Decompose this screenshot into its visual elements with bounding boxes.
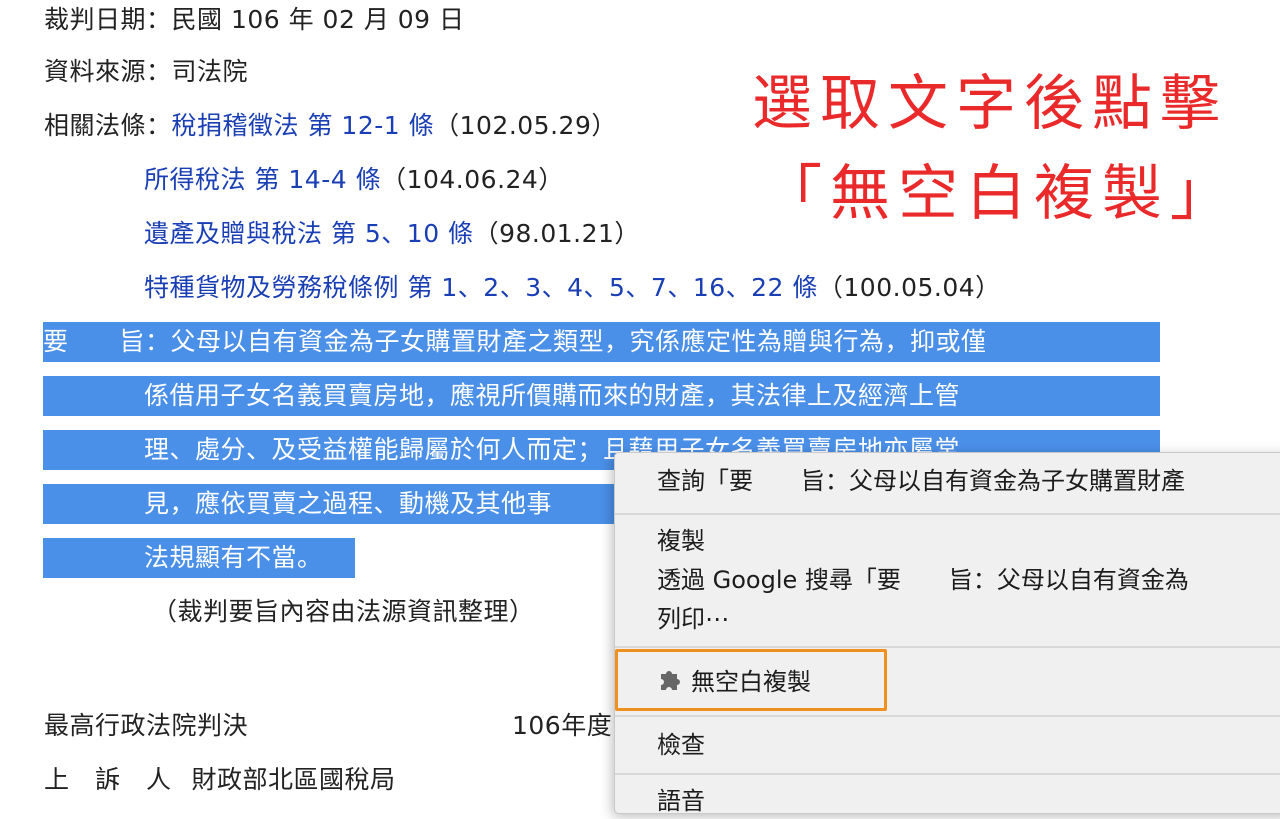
law-link[interactable]: 特種貨物及勞務稅條例 第 1、2、3、4、5、7、16、22 條 — [144, 273, 818, 302]
menu-separator — [615, 715, 1280, 717]
appellant-label: 上 訴 人 — [44, 765, 172, 794]
menu-separator — [615, 773, 1280, 775]
summary-text: 要 旨：父母以自有資金為子女購置財產之類型，究係應定性為贈與行為，抑或僅 — [43, 327, 987, 356]
law-link[interactable]: 稅捐稽徵法 第 12-1 條 — [172, 111, 435, 140]
related-law-row: 遺產及贈與稅法 第 5、10 條（98.01.21） — [144, 214, 640, 254]
appellant-value: 財政部北區國稅局 — [191, 765, 396, 794]
related-law-row: 特種貨物及勞務稅條例 第 1、2、3、4、5、7、16、22 條（100.05.… — [144, 268, 1001, 308]
summary-text: 見，應依買賣之過程、動機及其他事 — [144, 489, 553, 518]
appellant-row: 上 訴 人財政部北區國稅局 — [44, 760, 396, 800]
menu-separator — [615, 646, 1280, 648]
summary-line[interactable]: 法規顯有不當。 — [43, 538, 355, 578]
law-link[interactable]: 遺產及贈與稅法 第 5、10 條 — [144, 219, 474, 248]
law-date: （98.01.21） — [473, 219, 640, 248]
related-laws-label: 相關法條： — [44, 111, 172, 140]
related-laws-row: 相關法條：稅捐稽徵法 第 12-1 條（102.05.29） — [44, 106, 617, 146]
menu-item-speech[interactable]: 語音 — [657, 783, 705, 819]
menu-separator — [615, 513, 1280, 515]
menu-item-copy[interactable]: 複製 — [657, 523, 705, 559]
law-link[interactable]: 所得稅法 第 14-4 條 — [144, 165, 381, 194]
context-menu: 查詢「要 旨：父母以自有資金為子女購置財產 複製 透過 Google 搜尋「要 … — [614, 452, 1280, 815]
annotation-line-2: 「無空白複製」 — [762, 159, 1238, 229]
menu-item-google-search[interactable]: 透過 Google 搜尋「要 旨：父母以自有資金為 — [657, 562, 1189, 598]
summary-line[interactable]: 係借用子女名義買賣房地，應視所價購而來的財產，其法律上及經濟上管 — [43, 376, 1160, 416]
menu-item-inspect[interactable]: 檢查 — [657, 727, 705, 763]
law-date: （102.05.29） — [434, 111, 617, 140]
summary-line[interactable]: 見，應依買賣之過程、動機及其他事 — [43, 484, 618, 524]
highlight-box — [615, 649, 887, 711]
menu-item-print[interactable]: 列印⋯ — [657, 601, 729, 637]
summary-line[interactable]: 要 旨：父母以自有資金為子女購置財產之類型，究係應定性為贈與行為，抑或僅 — [43, 322, 1160, 362]
law-date: （104.06.24） — [381, 165, 564, 194]
law-date: （100.05.04） — [817, 273, 1001, 302]
data-source: 資料來源：司法院 — [44, 57, 249, 86]
judgment-date: 裁判日期：民國 106 年 02 月 09 日 — [44, 5, 465, 34]
summary-note: （裁判要旨內容由法源資訊整理） — [152, 597, 535, 626]
related-law-row: 所得稅法 第 14-4 條（104.06.24） — [144, 160, 564, 200]
menu-item-lookup[interactable]: 查詢「要 旨：父母以自有資金為子女購置財產 — [657, 463, 1185, 499]
summary-text: 法規顯有不當。 — [144, 543, 323, 572]
summary-text: 係借用子女名義買賣房地，應視所價購而來的財產，其法律上及經濟上管 — [144, 381, 961, 410]
court-title: 最高行政法院判決 — [44, 711, 249, 740]
case-year: 106年度 — [512, 711, 613, 740]
annotation-line-1: 選取文字後點擊 — [752, 69, 1228, 139]
